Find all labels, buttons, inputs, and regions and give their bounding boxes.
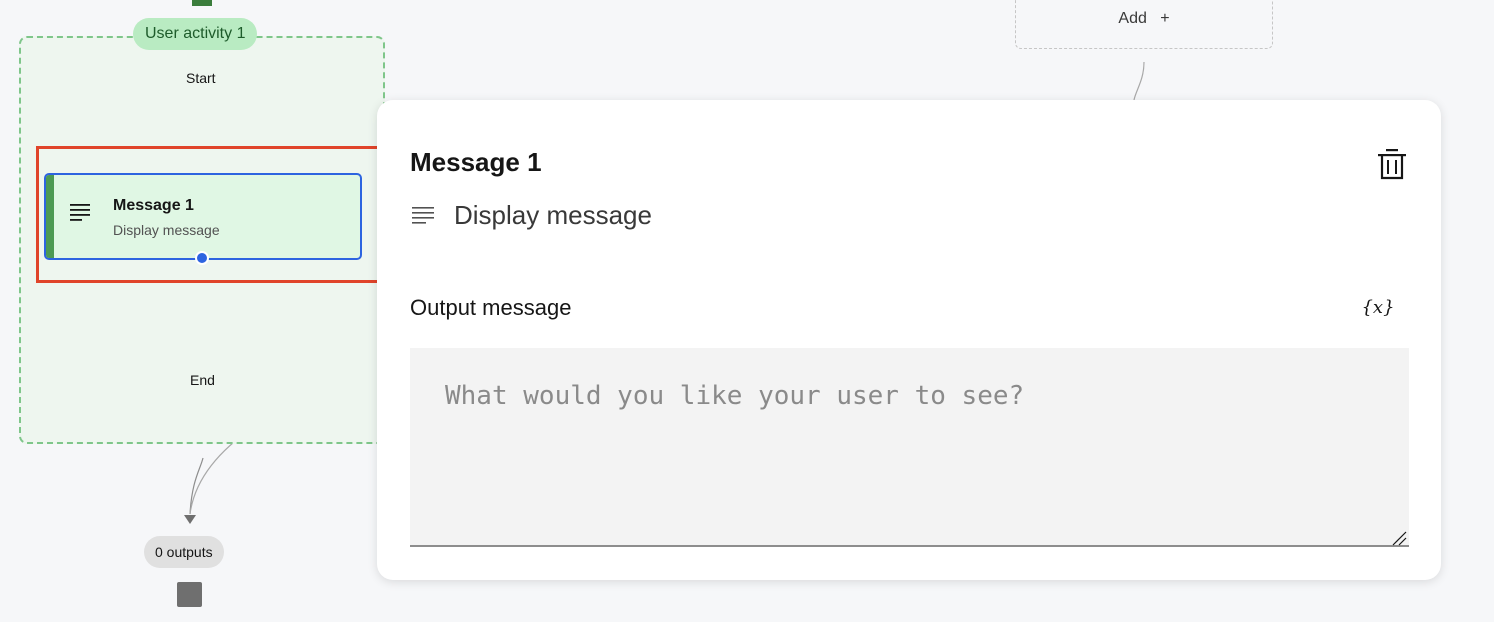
node-subtitle: Display message (113, 222, 220, 238)
end-label: End (190, 372, 215, 388)
text-lines-icon (70, 204, 90, 221)
add-text: Add (1118, 10, 1147, 27)
panel-type-label: Display message (454, 200, 652, 230)
output-message-label: Output message (410, 295, 572, 320)
plus-icon: + (1160, 10, 1170, 27)
output-message-textarea[interactable] (410, 348, 1409, 547)
node-title: Message 1 (113, 197, 194, 214)
insert-variable-button[interactable]: {x} (1361, 294, 1395, 322)
trash-icon[interactable] (1376, 147, 1408, 181)
text-lines-icon (412, 207, 434, 224)
add-step-label: Add + (1016, 10, 1272, 28)
user-activity-label[interactable]: User activity 1 (133, 18, 258, 50)
resize-handle-icon[interactable] (1391, 530, 1407, 546)
message-node[interactable]: Message 1 Display message (44, 173, 362, 260)
add-step-button[interactable]: Add + (1015, 0, 1273, 49)
flow-canvas[interactable]: User activity 1 Start Message 1 Display … (0, 0, 1494, 622)
start-label: Start (186, 70, 216, 86)
panel-title: Message 1 (410, 147, 542, 177)
message-properties-panel: Message 1 Display message Output message… (377, 100, 1441, 580)
flow-entry-node (192, 0, 212, 6)
output-port-handle[interactable] (195, 251, 209, 265)
node-accent-stripe (46, 175, 54, 258)
outputs-badge[interactable]: 0 outputs (144, 536, 224, 568)
flow-exit-node (177, 582, 202, 607)
